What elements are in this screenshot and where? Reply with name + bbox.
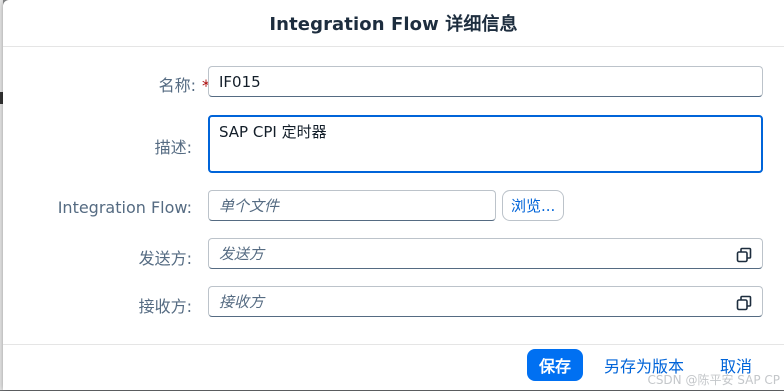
value-help-icon[interactable]: [736, 295, 752, 311]
dialog-header: Integration Flow 详细信息: [3, 0, 784, 47]
receiver-placeholder: 接收方: [219, 293, 265, 311]
description-textarea[interactable]: SAP CPI 定时器: [208, 115, 763, 173]
sender-input[interactable]: 发送方: [208, 238, 763, 269]
sender-label: 发送方:: [138, 249, 192, 268]
integration-flow-details-dialog: Integration Flow 详细信息 名称: * IF015 描述: SAP…: [3, 0, 784, 390]
save-button[interactable]: 保存: [527, 349, 584, 381]
dialog-title: Integration Flow 详细信息: [269, 14, 518, 35]
name-label: 名称: *: [158, 76, 210, 95]
watermark: CSDN @陈平安 SAP CP: [647, 373, 780, 387]
description-label: 描述:: [154, 138, 192, 157]
dialog-footer: 保存 另存为版本 取消 CSDN @陈平安 SAP CP: [3, 344, 784, 391]
value-help-icon[interactable]: [736, 247, 752, 263]
integration-flow-label: Integration Flow:: [57, 198, 192, 217]
sender-placeholder: 发送方: [219, 245, 265, 263]
receiver-input[interactable]: 接收方: [208, 286, 763, 317]
name-input[interactable]: IF015: [208, 66, 763, 97]
description-textarea-value: SAP CPI 定时器: [219, 123, 327, 141]
browse-button[interactable]: 浏览...: [502, 190, 565, 221]
receiver-label: 接收方:: [138, 297, 192, 316]
file-uploader-input[interactable]: 单个文件: [208, 190, 496, 221]
name-input-value: IF015: [219, 72, 261, 91]
file-uploader-placeholder: 单个文件: [219, 197, 280, 215]
